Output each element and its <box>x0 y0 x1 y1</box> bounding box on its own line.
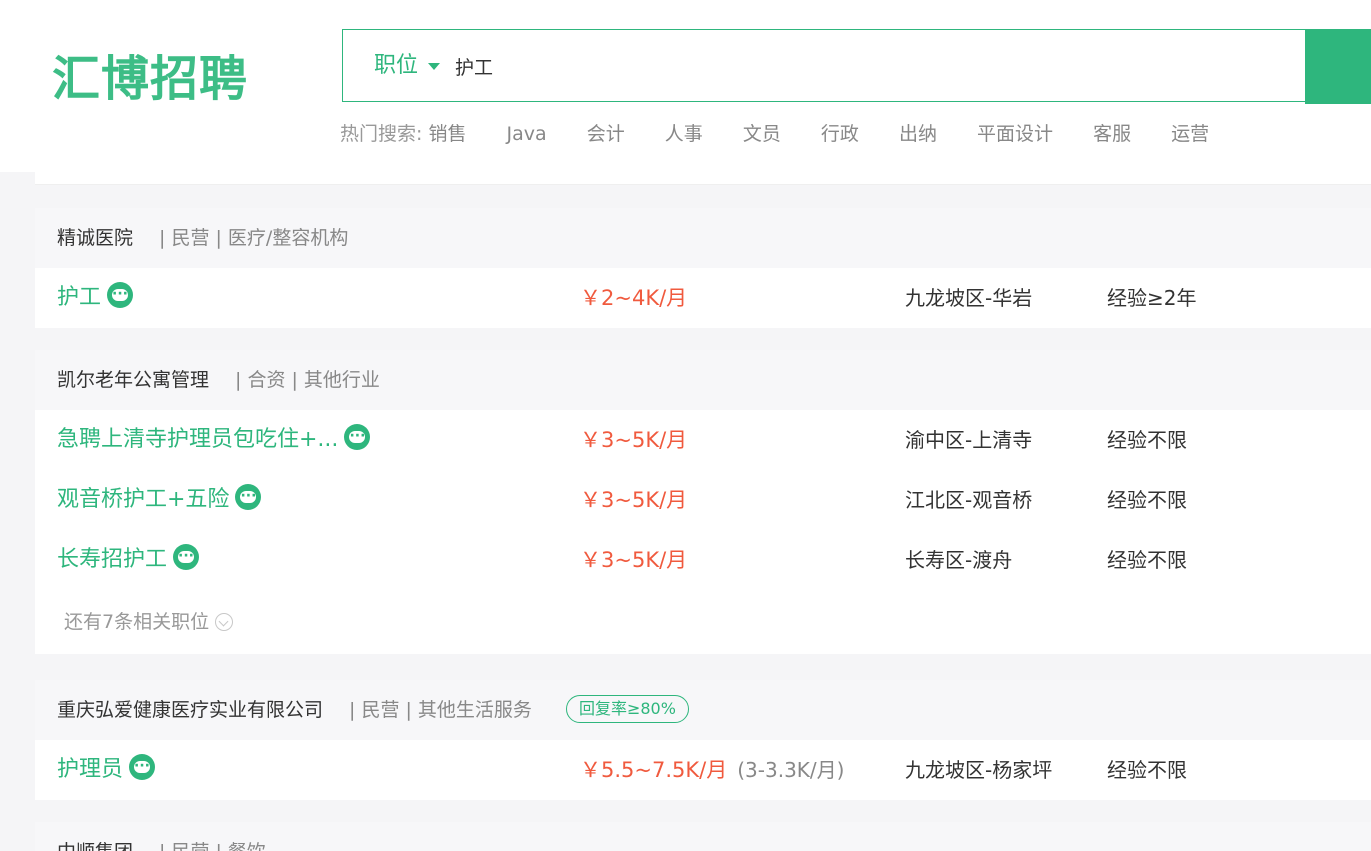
job-salary-sub: (3-3.3K/月) <box>737 758 845 782</box>
job-location: 九龙坡区-华岩 <box>905 286 1033 310</box>
job-row[interactable]: 急聘上清寺护理员包吃住+... ￥3~5K/月 渝中区-上清寺 经验不限 <box>35 410 1371 470</box>
job-title[interactable]: 急聘上清寺护理员包吃住+... <box>57 410 371 470</box>
hot-search-item[interactable]: 运营 <box>1171 123 1209 145</box>
hot-search-item[interactable]: 客服 <box>1093 123 1131 145</box>
job-experience: 经验不限 <box>1107 548 1187 572</box>
company-meta: | 民营 | 其他生活服务 <box>349 699 532 721</box>
filter-bar <box>35 172 1371 184</box>
hot-search-item[interactable]: 销售 <box>428 123 466 145</box>
caret-down-icon <box>428 62 441 70</box>
hot-search-item[interactable]: 平面设计 <box>977 123 1053 145</box>
job-row[interactable]: 护工 ￥2~4K/月 九龙坡区-华岩 经验≥2年 <box>35 268 1371 328</box>
search-input[interactable] <box>455 44 1235 88</box>
company-header: 中顺集团 | 民营 | 餐饮 <box>35 822 1371 851</box>
job-salary: ￥3~5K/月 <box>580 428 688 452</box>
search-type-label: 职位 <box>374 53 419 78</box>
job-salary: ￥3~5K/月 <box>580 548 688 572</box>
company-header: 凯尔老年公寓管理 | 合资 | 其他行业 <box>35 350 1371 410</box>
job-salary: ￥5.5~7.5K/月 (3-3.3K/月) <box>580 758 845 782</box>
search-box: 职位 <box>342 29 1371 102</box>
hot-search-item[interactable]: 人事 <box>665 123 703 145</box>
hot-search-item[interactable]: Java <box>507 123 547 145</box>
job-salary: ￥3~5K/月 <box>580 488 688 512</box>
company-meta: | 合资 | 其他行业 <box>235 369 380 391</box>
chat-icon[interactable] <box>235 484 262 510</box>
divider <box>35 184 1371 185</box>
hot-searches: 热门搜索: 销售 Java 会计 人事 文员 行政 出纳 平面设计 客服 运营 <box>340 118 1243 150</box>
job-location: 长寿区-渡舟 <box>905 548 1013 572</box>
company-name[interactable]: 精诚医院 <box>57 227 133 249</box>
company-card: 中顺集团 | 民营 | 餐饮 <box>35 822 1371 851</box>
job-title[interactable]: 护理员 <box>57 740 156 800</box>
job-row[interactable]: 观音桥护工+五险 ￥3~5K/月 江北区-观音桥 经验不限 <box>35 470 1371 530</box>
search-type-dropdown[interactable]: 职位 <box>374 30 441 101</box>
job-location: 江北区-观音桥 <box>905 488 1033 512</box>
hot-search-item[interactable]: 文员 <box>743 123 781 145</box>
job-location: 渝中区-上清寺 <box>905 428 1033 452</box>
company-name[interactable]: 凯尔老年公寓管理 <box>57 369 209 391</box>
job-experience: 经验不限 <box>1107 428 1187 452</box>
job-title[interactable]: 护工 <box>57 268 134 328</box>
job-row[interactable]: 长寿招护工 ￥3~5K/月 长寿区-渡舟 经验不限 <box>35 530 1371 590</box>
company-header: 重庆弘爱健康医疗实业有限公司 | 民营 | 其他生活服务 回复率≥80% <box>35 680 1371 740</box>
job-experience: 经验不限 <box>1107 758 1187 782</box>
header: 汇博招聘 职位 热门搜索: 销售 Java 会计 人事 文员 行政 出纳 平面设… <box>0 0 1371 172</box>
more-jobs-link[interactable]: 还有7条相关职位 <box>35 590 1371 654</box>
chat-icon[interactable] <box>107 282 134 308</box>
more-jobs-label: 还有7条相关职位 <box>64 611 210 633</box>
company-header: 精诚医院 | 民营 | 医疗/整容机构 <box>35 208 1371 268</box>
job-row[interactable]: 护理员 ￥5.5~7.5K/月(3-3.3K/月) 九龙坡区-杨家坪 经验不限 <box>35 740 1371 800</box>
job-title[interactable]: 观音桥护工+五险 <box>57 470 262 530</box>
reply-rate-badge: 回复率≥80% <box>565 694 689 723</box>
company-meta: | 民营 | 医疗/整容机构 <box>159 227 349 249</box>
company-card: 凯尔老年公寓管理 | 合资 | 其他行业 急聘上清寺护理员包吃住+... ￥3~5… <box>35 350 1371 654</box>
company-card: 精诚医院 | 民营 | 医疗/整容机构 护工 ￥2~4K/月 九龙坡区-华岩 经验… <box>35 208 1371 328</box>
expand-down-icon <box>215 612 234 631</box>
company-meta: | 民营 | 餐饮 <box>159 841 266 851</box>
company-name[interactable]: 中顺集团 <box>57 841 133 851</box>
hot-search-item[interactable]: 行政 <box>821 123 859 145</box>
company-card: 重庆弘爱健康医疗实业有限公司 | 民营 | 其他生活服务 回复率≥80% 护理员 ￥… <box>35 680 1371 800</box>
hot-search-item[interactable]: 会计 <box>587 123 625 145</box>
company-name[interactable]: 重庆弘爱健康医疗实业有限公司 <box>57 699 323 721</box>
job-experience: 经验不限 <box>1107 488 1187 512</box>
chat-icon[interactable] <box>129 754 156 780</box>
job-title[interactable]: 长寿招护工 <box>57 530 200 590</box>
logo[interactable]: 汇博招聘 <box>52 47 248 111</box>
chat-icon[interactable] <box>173 544 200 570</box>
chat-icon[interactable] <box>344 424 371 450</box>
job-location: 九龙坡区-杨家坪 <box>905 758 1053 782</box>
job-salary: ￥2~4K/月 <box>580 286 688 310</box>
hot-search-label: 热门搜索: <box>340 123 423 145</box>
hot-search-item[interactable]: 出纳 <box>899 123 937 145</box>
job-experience: 经验≥2年 <box>1107 286 1197 310</box>
search-button[interactable] <box>1305 29 1371 104</box>
